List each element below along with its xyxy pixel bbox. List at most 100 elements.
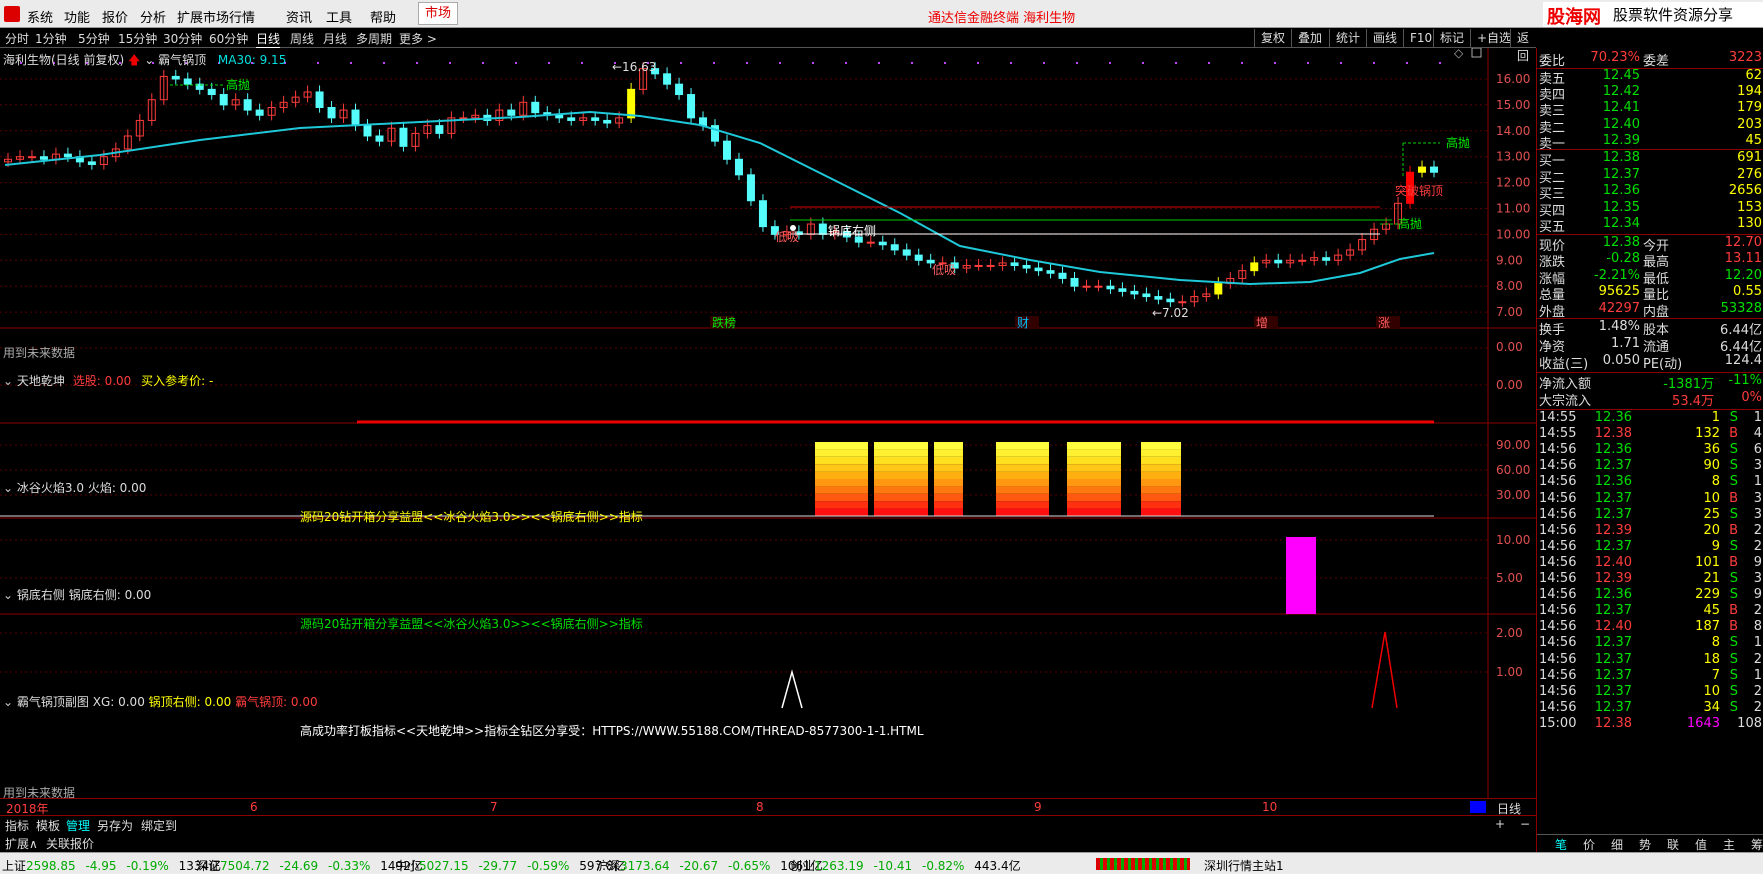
tick-row[interactable]: 14:56 12.37 45 B 2 bbox=[1537, 603, 1763, 620]
quote-tab[interactable]: 筹 bbox=[1751, 836, 1763, 853]
quote-tab[interactable]: 笔 bbox=[1555, 836, 1567, 853]
tick-row[interactable]: 14:56 12.37 90 S 3 bbox=[1537, 458, 1763, 475]
candle[interactable] bbox=[435, 125, 444, 134]
candle[interactable] bbox=[1130, 290, 1139, 295]
candle[interactable] bbox=[1034, 267, 1043, 272]
menu-analysis[interactable]: 分析 bbox=[140, 7, 166, 26]
plus-icon[interactable]: + bbox=[1495, 817, 1505, 831]
candle[interactable] bbox=[1166, 298, 1175, 303]
weibi-row[interactable]: 委比 70.23% 委差 3223 bbox=[1537, 50, 1763, 69]
candle[interactable] bbox=[687, 94, 696, 119]
stat-row[interactable]: 外盘 42297 内盘 53328 bbox=[1537, 301, 1763, 320]
candle[interactable] bbox=[219, 94, 228, 106]
bid-row[interactable]: 买三 12.36 2656 bbox=[1537, 183, 1763, 202]
panel1-name[interactable]: 天地乾坤 bbox=[17, 374, 65, 388]
panel1-icon[interactable]: ⌄ bbox=[3, 374, 13, 388]
overlay-button[interactable]: 叠加 bbox=[1291, 29, 1328, 47]
candle[interactable] bbox=[327, 106, 336, 119]
candle[interactable] bbox=[183, 78, 192, 85]
tick-row[interactable]: 14:56 12.37 8 S 1 bbox=[1537, 635, 1763, 652]
candle[interactable] bbox=[1322, 257, 1331, 261]
candle[interactable] bbox=[866, 241, 875, 244]
panel2-icon[interactable]: ⌄ bbox=[3, 481, 13, 495]
tab-template[interactable]: 模板 bbox=[36, 817, 60, 834]
tick-row[interactable]: 15:00 12.38 1643 108 bbox=[1537, 716, 1763, 733]
candle[interactable] bbox=[1094, 285, 1103, 288]
ask-row[interactable]: 卖二 12.40 203 bbox=[1537, 117, 1763, 136]
candle[interactable] bbox=[459, 117, 468, 120]
back-button[interactable]: 返回 bbox=[1510, 29, 1536, 63]
candle[interactable] bbox=[1118, 288, 1127, 292]
tab-bind-to[interactable]: 绑定到 bbox=[141, 817, 177, 834]
period-5min[interactable]: 5分钟 bbox=[78, 30, 110, 47]
candle[interactable] bbox=[531, 101, 540, 114]
candle[interactable] bbox=[243, 99, 252, 111]
candle[interactable] bbox=[1010, 262, 1019, 266]
candle[interactable] bbox=[986, 264, 995, 267]
ask-row[interactable]: 卖一 12.39 45 bbox=[1537, 133, 1763, 152]
stat2-row[interactable]: 换手 1.48% 股本 6.44亿 bbox=[1537, 319, 1763, 338]
period-15min[interactable]: 15分钟 bbox=[118, 30, 157, 47]
candle[interactable] bbox=[746, 174, 755, 202]
quote-tab[interactable]: 联 bbox=[1667, 836, 1679, 853]
menu-quote[interactable]: 报价 bbox=[102, 7, 128, 26]
flow-row[interactable]: 大宗流入 53.4万 0% bbox=[1537, 390, 1763, 409]
candle[interactable] bbox=[1022, 264, 1031, 269]
candle[interactable] bbox=[974, 264, 983, 267]
tick-row[interactable]: 14:56 12.37 9 S 2 bbox=[1537, 539, 1763, 556]
period-more[interactable]: 更多 > bbox=[399, 30, 437, 47]
candle[interactable] bbox=[591, 117, 600, 121]
indicator-dropdown-icon[interactable]: ⌄ bbox=[144, 53, 154, 67]
candle[interactable] bbox=[1274, 259, 1283, 264]
candle[interactable] bbox=[734, 158, 743, 176]
quote-tab[interactable]: 价 bbox=[1583, 836, 1595, 853]
ask-row[interactable]: 卖三 12.41 179 bbox=[1537, 100, 1763, 119]
candle[interactable] bbox=[1250, 262, 1259, 272]
candle[interactable] bbox=[722, 140, 731, 160]
quote-tab[interactable]: 细 bbox=[1611, 836, 1623, 853]
stat-row[interactable]: 总量 95625 量比 0.55 bbox=[1537, 284, 1763, 303]
panel4-icon[interactable]: ⌄ bbox=[3, 695, 13, 709]
stats-button[interactable]: 统计 bbox=[1329, 29, 1366, 47]
candle[interactable] bbox=[1082, 285, 1091, 288]
panel4-name[interactable]: 霸气锅顶副图 bbox=[17, 695, 89, 709]
candle[interactable] bbox=[1142, 293, 1151, 298]
bid-row[interactable]: 买四 12.35 153 bbox=[1537, 200, 1763, 219]
period-weekly[interactable]: 周线 bbox=[290, 30, 314, 47]
candle[interactable] bbox=[39, 156, 48, 160]
candle[interactable] bbox=[375, 135, 384, 142]
tick-row[interactable]: 14:56 12.37 10 S 2 bbox=[1537, 684, 1763, 701]
candle[interactable] bbox=[627, 88, 636, 119]
tab-manage[interactable]: 管理 bbox=[66, 817, 90, 834]
candle[interactable] bbox=[351, 109, 360, 127]
stat-row[interactable]: 涨跌 -0.28 最高 13.11 bbox=[1537, 251, 1763, 270]
period-fenshi[interactable]: 分时 bbox=[5, 30, 29, 47]
candle[interactable] bbox=[363, 125, 372, 137]
panel2-name[interactable]: 冰谷火焰3.0 bbox=[17, 481, 84, 495]
tick-row[interactable]: 14:56 12.40 101 B 9 bbox=[1537, 555, 1763, 572]
tick-row[interactable]: 14:56 12.36 229 S 9 bbox=[1537, 587, 1763, 604]
candle[interactable] bbox=[555, 114, 564, 119]
menu-help[interactable]: 帮助 bbox=[370, 7, 396, 26]
candle[interactable] bbox=[27, 156, 36, 159]
candle[interactable] bbox=[603, 119, 612, 124]
index-cy[interactable]: 创业1263.19 -10.41 -0.82% 443.4亿 bbox=[790, 857, 1021, 874]
stat2-row[interactable]: 收益(三) 0.050 PE(动) 124.4 bbox=[1537, 353, 1763, 372]
period-daily[interactable]: 日线 bbox=[256, 30, 281, 48]
market-button[interactable]: 市场 bbox=[418, 2, 458, 25]
period-multi[interactable]: 多周期 bbox=[356, 30, 392, 47]
tick-row[interactable]: 14:56 12.40 187 B 8 bbox=[1537, 619, 1763, 636]
candle[interactable] bbox=[675, 83, 684, 96]
tick-row[interactable]: 14:56 12.37 25 S 3 bbox=[1537, 507, 1763, 524]
flow-row[interactable]: 净流入额 -1381万 -11% bbox=[1537, 373, 1763, 392]
candle[interactable] bbox=[818, 223, 827, 235]
menu-function[interactable]: 功能 bbox=[64, 7, 90, 26]
quote-tab[interactable]: 值 bbox=[1695, 836, 1707, 853]
candle[interactable] bbox=[1178, 301, 1187, 304]
candle[interactable] bbox=[315, 91, 324, 108]
candle[interactable] bbox=[171, 75, 180, 80]
draw-button[interactable]: 画线 bbox=[1366, 29, 1403, 47]
fuquan-button[interactable]: 复权 bbox=[1254, 29, 1291, 47]
candle[interactable] bbox=[1070, 277, 1079, 287]
candle[interactable] bbox=[878, 241, 887, 246]
